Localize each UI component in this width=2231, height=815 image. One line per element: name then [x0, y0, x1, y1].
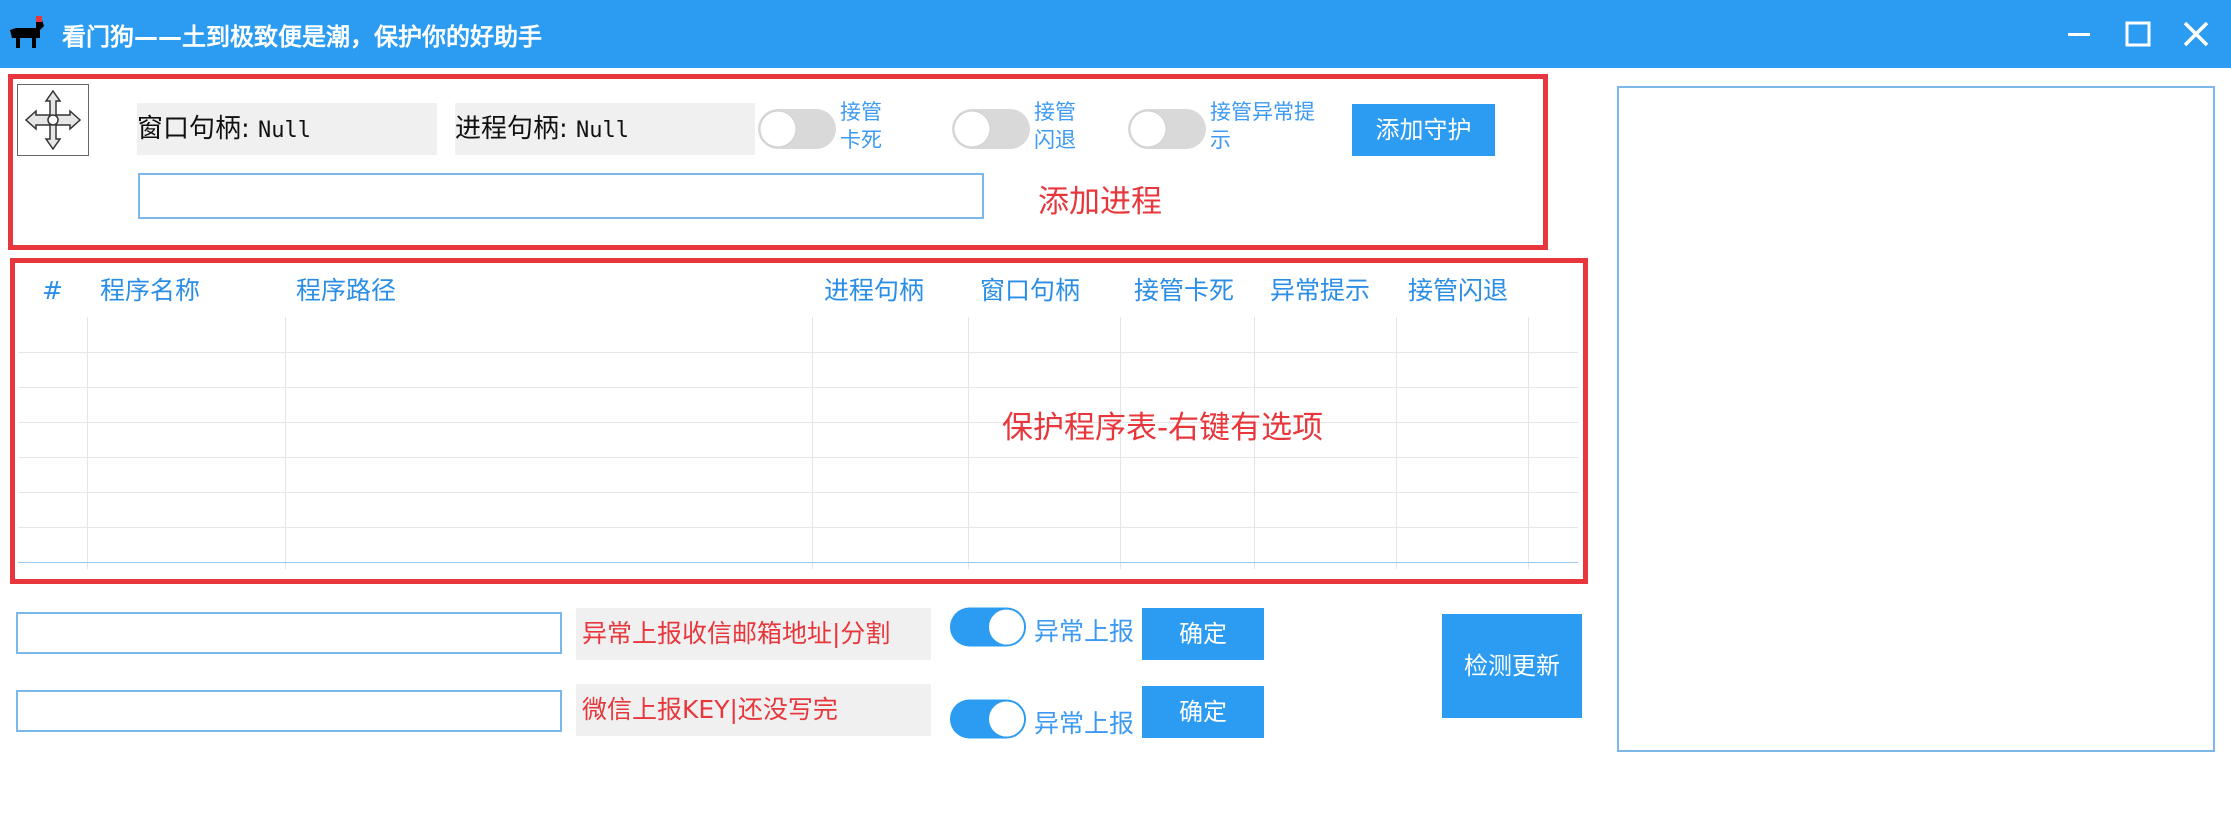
table-bottom-border: [18, 562, 1578, 563]
protected-programs-table[interactable]: # 程序名称 程序路径 进程句柄 窗口句柄 接管卡死 异常提示 接管闪退: [18, 265, 1578, 575]
column-divider: [968, 317, 969, 569]
col-program-name[interactable]: 程序名称: [100, 265, 200, 317]
col-error-prompt[interactable]: 异常提示: [1270, 265, 1370, 317]
window-handle-value: Null: [258, 118, 312, 143]
window-title: 看门狗——土到极致便是潮，保护你的好助手: [62, 23, 542, 51]
window-handle-label: 窗口句柄:: [137, 114, 250, 144]
title-bar: 看门狗——土到极致便是潮，保护你的好助手: [0, 0, 2231, 68]
column-divider: [87, 317, 88, 569]
takeover-error-prompt-label: 接管异常提示: [1210, 100, 1315, 152]
email-report-label: 异常上报: [1034, 617, 1135, 646]
email-input[interactable]: [16, 612, 562, 654]
window-handle-display: 窗口句柄: Null: [137, 103, 437, 155]
dog-icon: [10, 16, 44, 48]
wechat-report-toggle[interactable]: [948, 697, 1028, 741]
process-input[interactable]: [138, 173, 984, 219]
wechat-report-label: 异常上报: [1034, 709, 1135, 738]
col-process-handle[interactable]: 进程句柄: [824, 265, 924, 317]
col-window-handle[interactable]: 窗口句柄: [980, 265, 1080, 317]
takeover-crash-label: 接管闪退: [1034, 100, 1076, 152]
email-confirm-button[interactable]: 确定: [1142, 608, 1264, 660]
col-takeover-crash[interactable]: 接管闪退: [1408, 265, 1508, 317]
takeover-freeze-label: 接管卡死: [840, 100, 882, 152]
email-report-toggle[interactable]: [948, 605, 1028, 649]
takeover-freeze-toggle[interactable]: [756, 107, 838, 151]
close-icon[interactable]: [2172, 10, 2220, 58]
column-divider: [1528, 317, 1529, 569]
add-process-note: 添加进程: [1038, 184, 1162, 220]
wechat-key-input[interactable]: [16, 690, 562, 732]
row-divider: [18, 527, 1578, 528]
crosshair-icon: [24, 89, 82, 151]
column-divider: [1396, 317, 1397, 569]
window-picker-crosshair[interactable]: [17, 84, 89, 156]
col-program-path[interactable]: 程序路径: [296, 265, 396, 317]
log-panel[interactable]: [1617, 86, 2215, 752]
row-divider: [18, 422, 1578, 423]
row-divider: [18, 492, 1578, 493]
takeover-error-prompt-toggle[interactable]: [1126, 107, 1208, 151]
wechat-note: 微信上报KEY|还没写完: [576, 684, 931, 736]
process-handle-display: 进程句柄: Null: [455, 103, 755, 155]
row-divider: [18, 457, 1578, 458]
process-handle-label: 进程句柄:: [455, 114, 568, 144]
add-guard-button[interactable]: 添加守护: [1352, 104, 1495, 156]
row-divider: [18, 352, 1578, 353]
process-handle-value: Null: [576, 118, 630, 143]
wechat-confirm-button[interactable]: 确定: [1142, 686, 1264, 738]
column-divider: [812, 317, 813, 569]
col-index[interactable]: #: [42, 265, 63, 317]
minimize-icon[interactable]: [2056, 10, 2104, 58]
row-divider: [18, 387, 1578, 388]
email-note: 异常上报收信邮箱地址|分割: [576, 608, 931, 660]
col-takeover-freeze[interactable]: 接管卡死: [1134, 265, 1234, 317]
maximize-icon[interactable]: [2114, 10, 2162, 58]
protected-table-note: 保护程序表-右键有选项: [1002, 410, 1324, 446]
check-update-button[interactable]: 检测更新: [1442, 614, 1582, 718]
takeover-crash-toggle[interactable]: [950, 107, 1032, 151]
column-divider: [285, 317, 286, 569]
